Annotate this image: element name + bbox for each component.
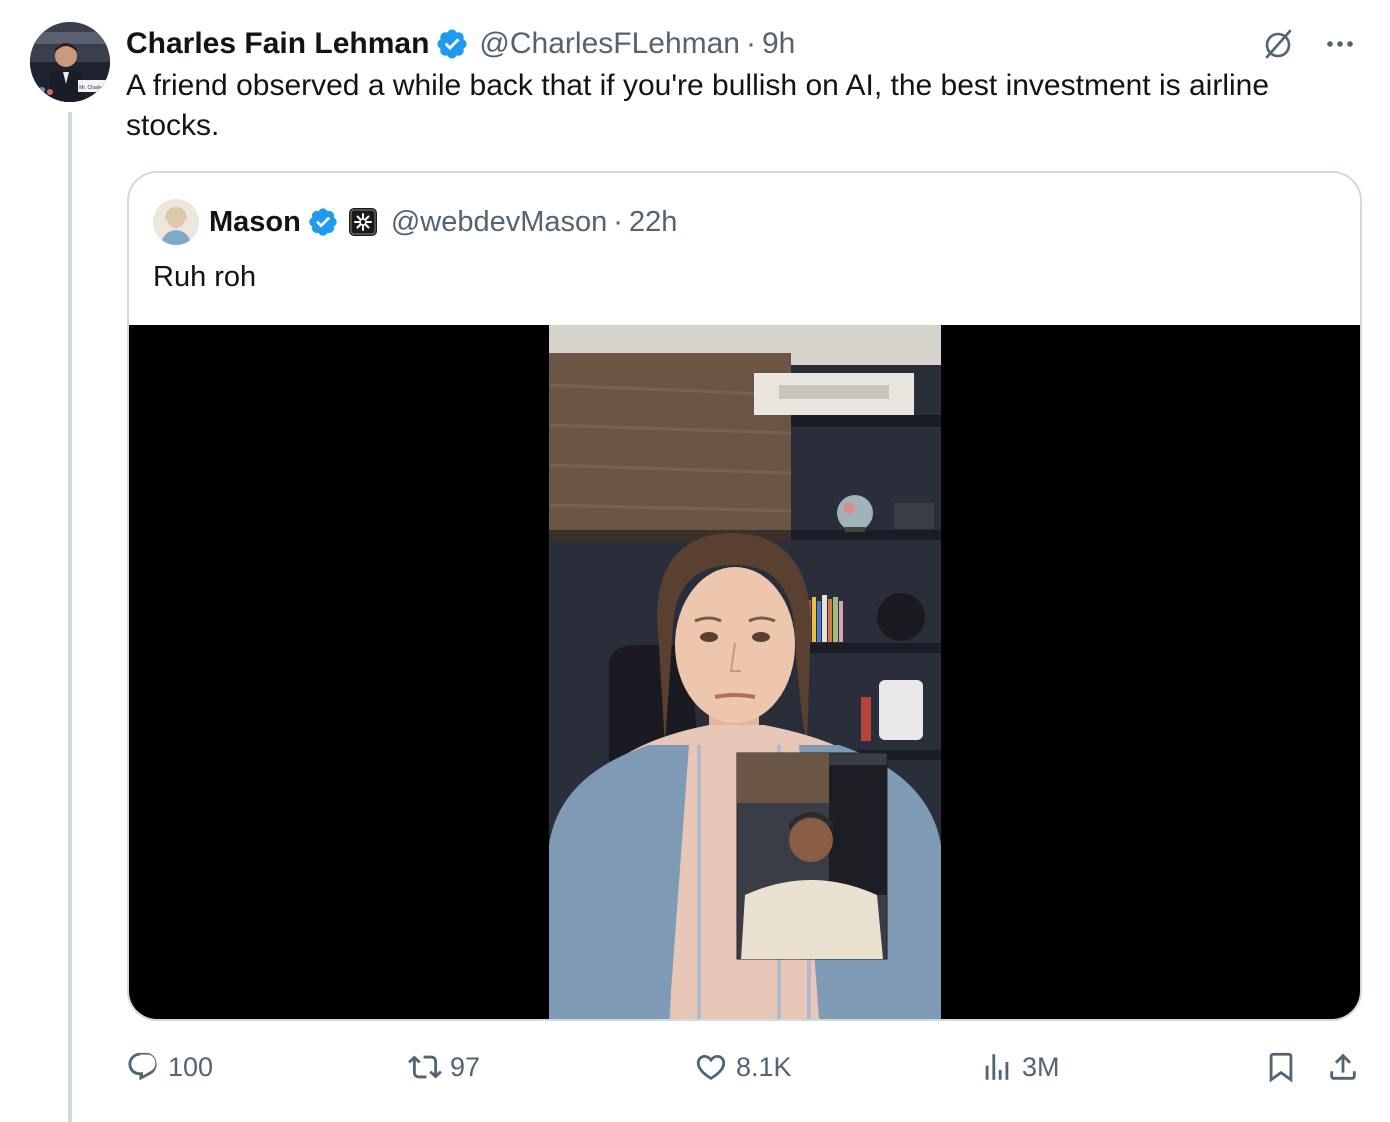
quoted-tweet-text: Ruh roh <box>153 261 257 293</box>
quoted-author-avatar[interactable] <box>153 199 199 245</box>
author-name[interactable]: Charles Fain Lehman <box>126 27 429 61</box>
video-player[interactable] <box>129 325 1360 1019</box>
quoted-author-handle[interactable]: @webdevMason <box>391 206 607 239</box>
repost-icon <box>408 1055 442 1079</box>
separator: · <box>613 205 623 238</box>
separator: · <box>746 27 756 60</box>
thread-line <box>68 112 72 1122</box>
bookmark-button[interactable] <box>1264 1042 1298 1092</box>
tweet-actions: 100 97 8.1K 3M <box>126 1042 1366 1092</box>
quoted-tweet-time[interactable]: 22h <box>629 206 677 239</box>
tweet-time[interactable]: 9h <box>762 27 795 61</box>
video-still-image <box>549 325 941 1019</box>
reply-count: 100 <box>168 1051 214 1082</box>
verified-badge-icon[interactable] <box>435 27 469 61</box>
video-frame <box>549 325 941 1019</box>
like-count: 8.1K <box>736 1051 792 1082</box>
quoted-tweet-header: Mason @webdevMason · 22h <box>153 197 677 247</box>
share-icon <box>1330 1053 1356 1080</box>
views-count: 3M <box>1022 1051 1060 1082</box>
author-handle[interactable]: @CharlesFLehman <box>479 27 740 61</box>
quoted-author-name[interactable]: Mason <box>209 206 301 239</box>
bookmark-icon <box>1269 1052 1293 1083</box>
tweet-text: A friend observed a while back that if y… <box>126 69 1270 142</box>
avatar-placard-text: Mr. Charles <box>79 85 105 91</box>
verified-badge-icon[interactable] <box>307 206 339 238</box>
heart-icon <box>696 1054 726 1080</box>
repost-count: 97 <box>450 1051 481 1082</box>
repost-button[interactable]: 97 <box>408 1042 480 1092</box>
quoted-tweet[interactable]: Mason @webdevMason · 22h Ruh roh <box>127 171 1362 1021</box>
header-actions <box>1258 22 1360 66</box>
share-button[interactable] <box>1326 1042 1360 1092</box>
views-button[interactable]: 3M <box>980 1042 1060 1092</box>
author-avatar[interactable]: Mr. Charles <box>30 22 110 102</box>
reply-button[interactable]: 100 <box>126 1042 213 1092</box>
tweet-header: Charles Fain Lehman @CharlesFLehman · 9h <box>126 22 1360 66</box>
affiliation-badge-icon[interactable] <box>348 208 377 236</box>
views-icon <box>985 1054 1009 1080</box>
like-button[interactable]: 8.1K <box>694 1042 792 1092</box>
reply-icon <box>128 1052 157 1081</box>
more-icon[interactable] <box>1320 24 1360 64</box>
author-avatar-image: Mr. Charles <box>30 22 110 102</box>
grok-icon[interactable] <box>1258 24 1298 64</box>
